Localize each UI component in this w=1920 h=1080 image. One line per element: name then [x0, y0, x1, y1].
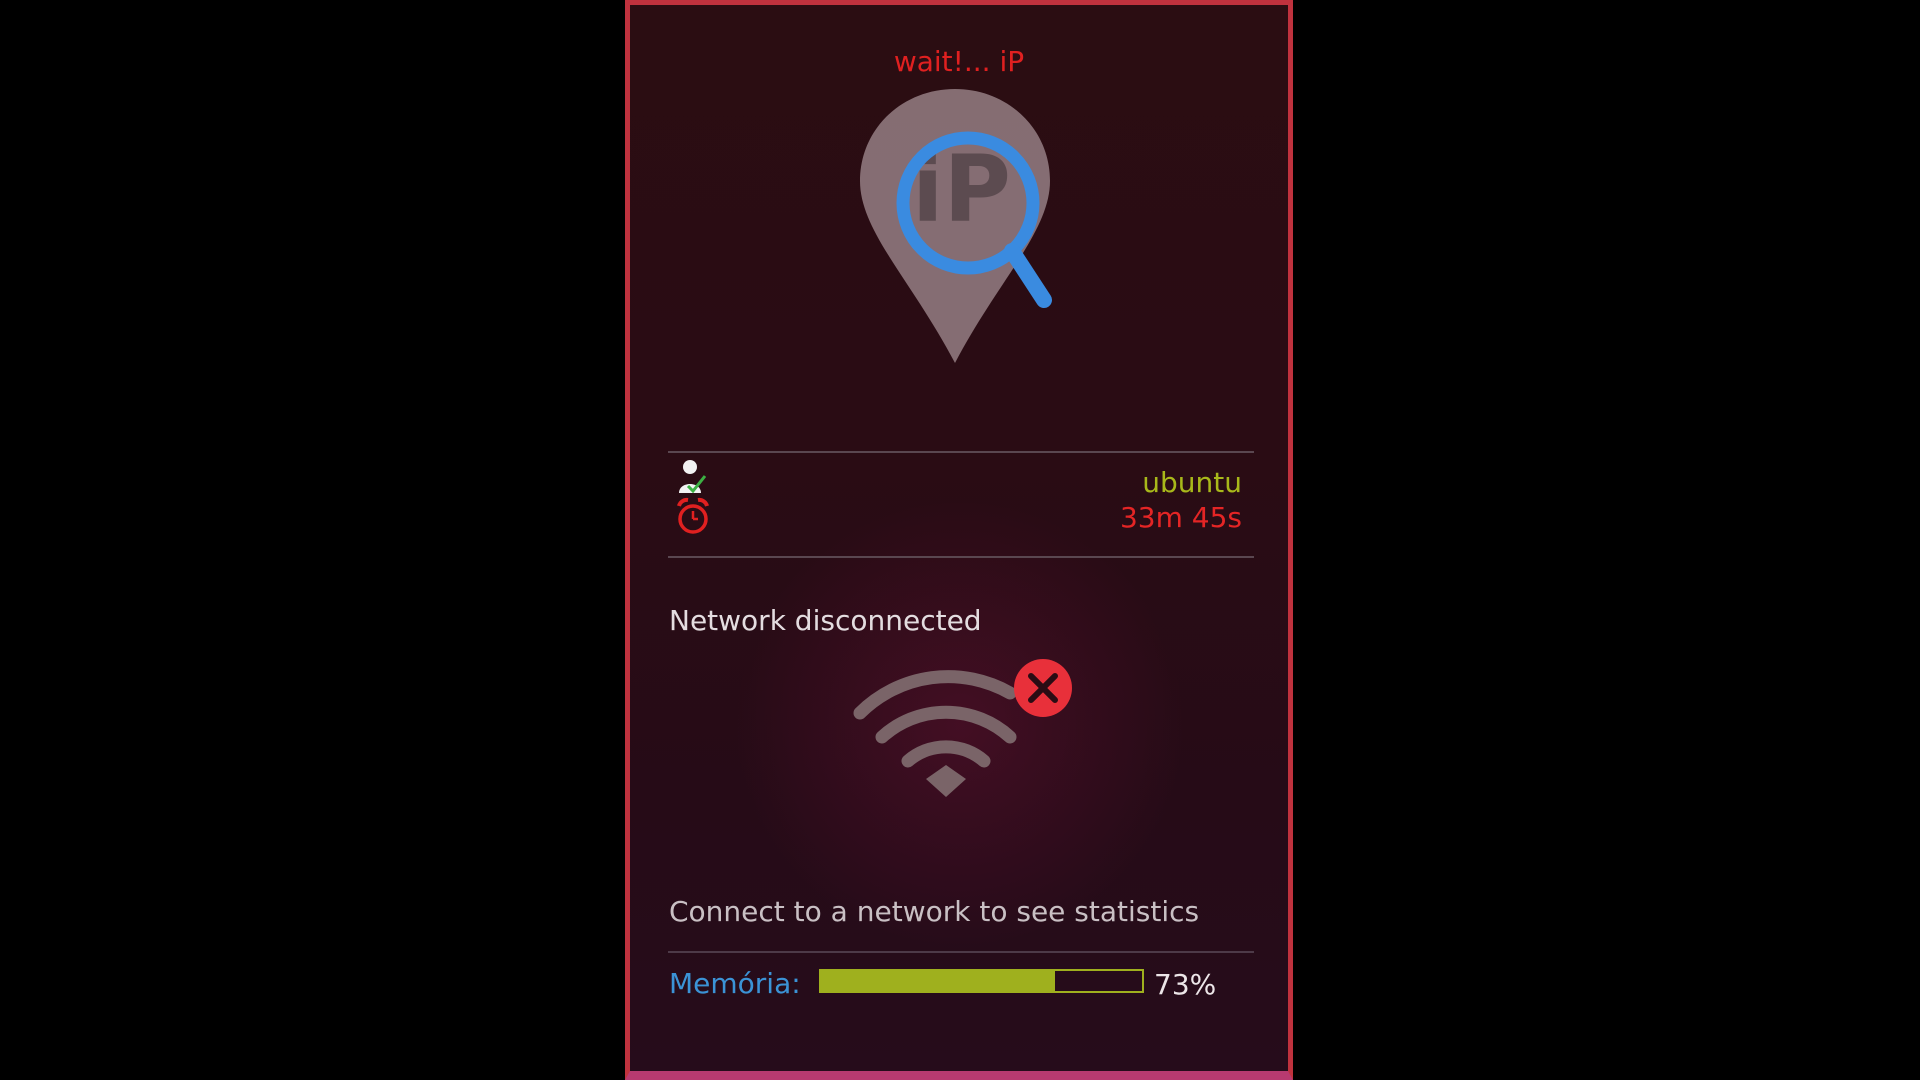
separator-bottom	[668, 951, 1254, 953]
memory-bar-fill	[821, 971, 1056, 991]
wifi-disconnected-icon	[850, 653, 1080, 807]
username-label: ubuntu	[1142, 466, 1242, 499]
panel-title: wait!... iP	[893, 45, 1025, 78]
user-check-icon	[676, 459, 707, 499]
ip-location-search-icon: iP	[842, 81, 1092, 375]
uptime-label: 33m 45s	[1119, 501, 1242, 534]
separator-top	[668, 451, 1254, 453]
memory-percent: 73%	[1154, 968, 1217, 1001]
separator-middle	[668, 556, 1254, 558]
memory-label: Memória:	[669, 967, 801, 1000]
network-status: Network disconnected	[669, 604, 982, 637]
alarm-clock-icon	[676, 497, 710, 541]
network-hint: Connect to a network to see statistics	[669, 895, 1200, 928]
conky-panel: wait!... iP iP ubuntu 33m 45s Network di…	[625, 0, 1293, 1080]
memory-bar	[819, 969, 1144, 993]
